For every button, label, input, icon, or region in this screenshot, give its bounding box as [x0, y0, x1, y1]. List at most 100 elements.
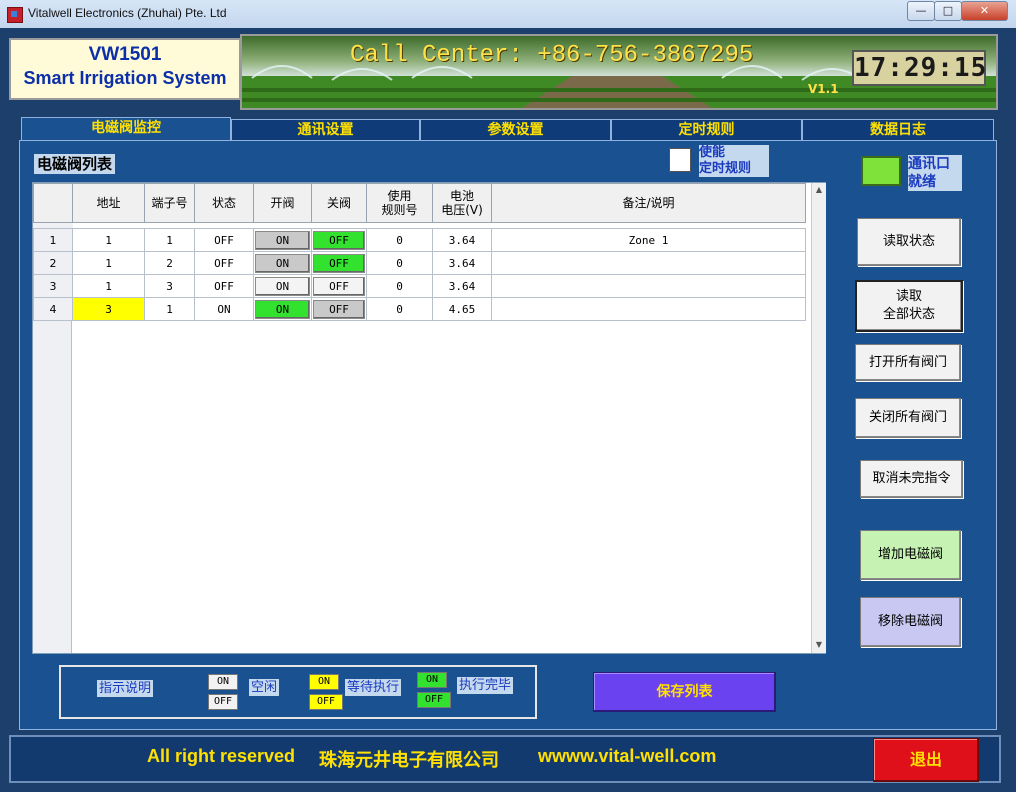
close-window-button[interactable]: ✕ [961, 1, 1008, 21]
close-valve-button[interactable]: OFF [313, 276, 365, 296]
table-row[interactable]: 2 1 2 OFF ON OFF 0 3.64 [33, 251, 806, 275]
rule-cell[interactable]: 0 [366, 228, 433, 252]
maximize-button[interactable]: □ [934, 1, 962, 21]
open-valve-button[interactable]: ON [255, 230, 310, 250]
battery-cell: 3.64 [432, 274, 492, 298]
column-header-rule[interactable]: 使用 规则号 [366, 183, 433, 223]
scroll-up-arrow-icon[interactable]: ▲ [812, 183, 826, 197]
footer-company-name: 珠海元井电子有限公司 [319, 750, 499, 770]
indicator-legend: 指示说明 ON OFF 空闲 ON OFF 等待执行 ON OFF 执行完毕 [59, 665, 537, 719]
version-label: V1.1 [808, 82, 839, 96]
terminal-cell[interactable]: 2 [144, 251, 195, 275]
enable-schedule-label: 使能 定时规则 [699, 145, 769, 177]
rule-cell[interactable]: 0 [366, 274, 433, 298]
table-row[interactable]: 4 3 1 ON ON OFF 0 4.65 [33, 297, 806, 321]
exit-button[interactable]: 退出 [873, 738, 979, 782]
legend-done-off-chip: OFF [417, 692, 451, 708]
close-valve-button[interactable]: OFF [313, 299, 365, 319]
tab-parameter-settings[interactable]: 参数设置 [420, 119, 611, 141]
open-cell: ON [253, 251, 312, 275]
tab-schedule-rules[interactable]: 定时规则 [611, 119, 802, 141]
legend-idle-on-chip: ON [208, 674, 238, 690]
column-header-remark[interactable]: 备注/说明 [491, 183, 806, 223]
legend-idle-label: 空闲 [249, 679, 280, 696]
add-valve-button[interactable]: 增加电磁阀 [860, 530, 961, 580]
enable-schedule-checkbox[interactable] [669, 148, 691, 172]
comm-status-indicator [861, 156, 901, 186]
rule-cell[interactable]: 0 [366, 297, 433, 321]
row-number: 4 [33, 297, 73, 321]
footer-website-link[interactable]: wwww.vital-well.com [538, 746, 716, 767]
close-cell: OFF [311, 297, 367, 321]
open-all-valves-button[interactable]: 打开所有阀门 [855, 344, 961, 381]
remark-cell[interactable] [491, 251, 806, 275]
legend-done-label: 执行完毕 [457, 677, 514, 694]
terminal-cell[interactable]: 1 [144, 297, 195, 321]
window-titlebar[interactable]: Vitalwell Electronics (Zhuhai) Pte. Ltd … [0, 0, 1016, 29]
vertical-scrollbar[interactable]: ▲ ▼ [811, 183, 826, 653]
rule-header-line2: 规则号 [381, 203, 418, 217]
column-header-address[interactable]: 地址 [72, 183, 145, 223]
tab-data-log[interactable]: 数据日志 [802, 119, 994, 141]
table-row[interactable]: 1 1 1 OFF ON OFF 0 3.64 Zone 1 [33, 228, 806, 252]
product-name: Smart Irrigation System [23, 68, 227, 88]
read-all-label-line1: 读取 [895, 289, 922, 304]
table-header-row: 地址 端子号 状态 开阀 关阀 使用 规则号 电池 电压(V) 备注/说明 [33, 183, 806, 223]
column-header-battery[interactable]: 电池 电压(V) [432, 183, 492, 223]
minimize-button[interactable]: — [907, 1, 935, 21]
terminal-cell[interactable]: 3 [144, 274, 195, 298]
legend-done-on-chip: ON [417, 672, 447, 688]
clock-display: 17:29:15 [852, 50, 986, 86]
product-logo-box: VW1501 Smart Irrigation System [9, 38, 241, 100]
column-header-close[interactable]: 关阀 [311, 183, 367, 223]
remove-valve-button[interactable]: 移除电磁阀 [860, 597, 961, 647]
close-cell: OFF [311, 251, 367, 275]
address-cell[interactable]: 1 [72, 274, 145, 298]
address-cell[interactable]: 3 [72, 297, 145, 321]
comm-status-label: 通讯口 就绪 [908, 155, 962, 191]
read-status-button[interactable]: 读取状态 [857, 218, 961, 266]
open-valve-button[interactable]: ON [255, 276, 310, 296]
close-all-valves-button[interactable]: 关闭所有阀门 [855, 398, 961, 438]
scroll-down-arrow-icon[interactable]: ▼ [812, 638, 826, 652]
enable-schedule-label-line1: 使能 [699, 145, 726, 160]
valve-table[interactable]: 地址 端子号 状态 开阀 关阀 使用 规则号 电池 电压(V) 备注/说明 1 1 … [32, 182, 826, 654]
read-all-status-button[interactable]: 读取 全部状态 [855, 280, 963, 332]
column-header-open[interactable]: 开阀 [253, 183, 312, 223]
tab-communication-settings[interactable]: 通讯设置 [231, 119, 420, 141]
close-cell: OFF [311, 274, 367, 298]
corner-header [33, 183, 73, 223]
battery-header-line2: 电压(V) [441, 203, 483, 217]
comm-status-label-line1: 通讯口 [908, 156, 950, 172]
legend-pending-label: 等待执行 [345, 679, 402, 696]
close-valve-button[interactable]: OFF [313, 230, 365, 250]
battery-cell: 3.64 [432, 228, 492, 252]
open-valve-button[interactable]: ON [255, 253, 310, 273]
remark-cell[interactable] [491, 297, 806, 321]
remark-cell[interactable]: Zone 1 [491, 228, 806, 252]
legend-pending-off-chip: OFF [309, 694, 343, 710]
window-title: Vitalwell Electronics (Zhuhai) Pte. Ltd [28, 6, 227, 20]
battery-header-line1: 电池 [449, 189, 474, 203]
row-number: 1 [33, 228, 73, 252]
terminal-cell[interactable]: 1 [144, 228, 195, 252]
save-list-button[interactable]: 保存列表 [593, 672, 776, 712]
open-cell: ON [253, 228, 312, 252]
remark-cell[interactable] [491, 274, 806, 298]
tab-valve-monitor[interactable]: 电磁阀监控 [21, 117, 231, 141]
open-valve-button[interactable]: ON [255, 299, 310, 319]
state-cell: OFF [194, 274, 254, 298]
close-valve-button[interactable]: OFF [313, 253, 365, 273]
comm-status-label-line2: 就绪 [908, 174, 936, 190]
cancel-pending-commands-button[interactable]: 取消未完指令 [860, 460, 963, 498]
rule-cell[interactable]: 0 [366, 251, 433, 275]
close-cell: OFF [311, 228, 367, 252]
address-cell[interactable]: 1 [72, 251, 145, 275]
column-header-state[interactable]: 状态 [194, 183, 254, 223]
address-cell[interactable]: 1 [72, 228, 145, 252]
product-model: VW1501 [88, 44, 162, 65]
column-header-terminal[interactable]: 端子号 [144, 183, 195, 223]
table-row[interactable]: 3 1 3 OFF ON OFF 0 3.64 [33, 274, 806, 298]
open-cell: ON [253, 297, 312, 321]
state-cell: OFF [194, 228, 254, 252]
